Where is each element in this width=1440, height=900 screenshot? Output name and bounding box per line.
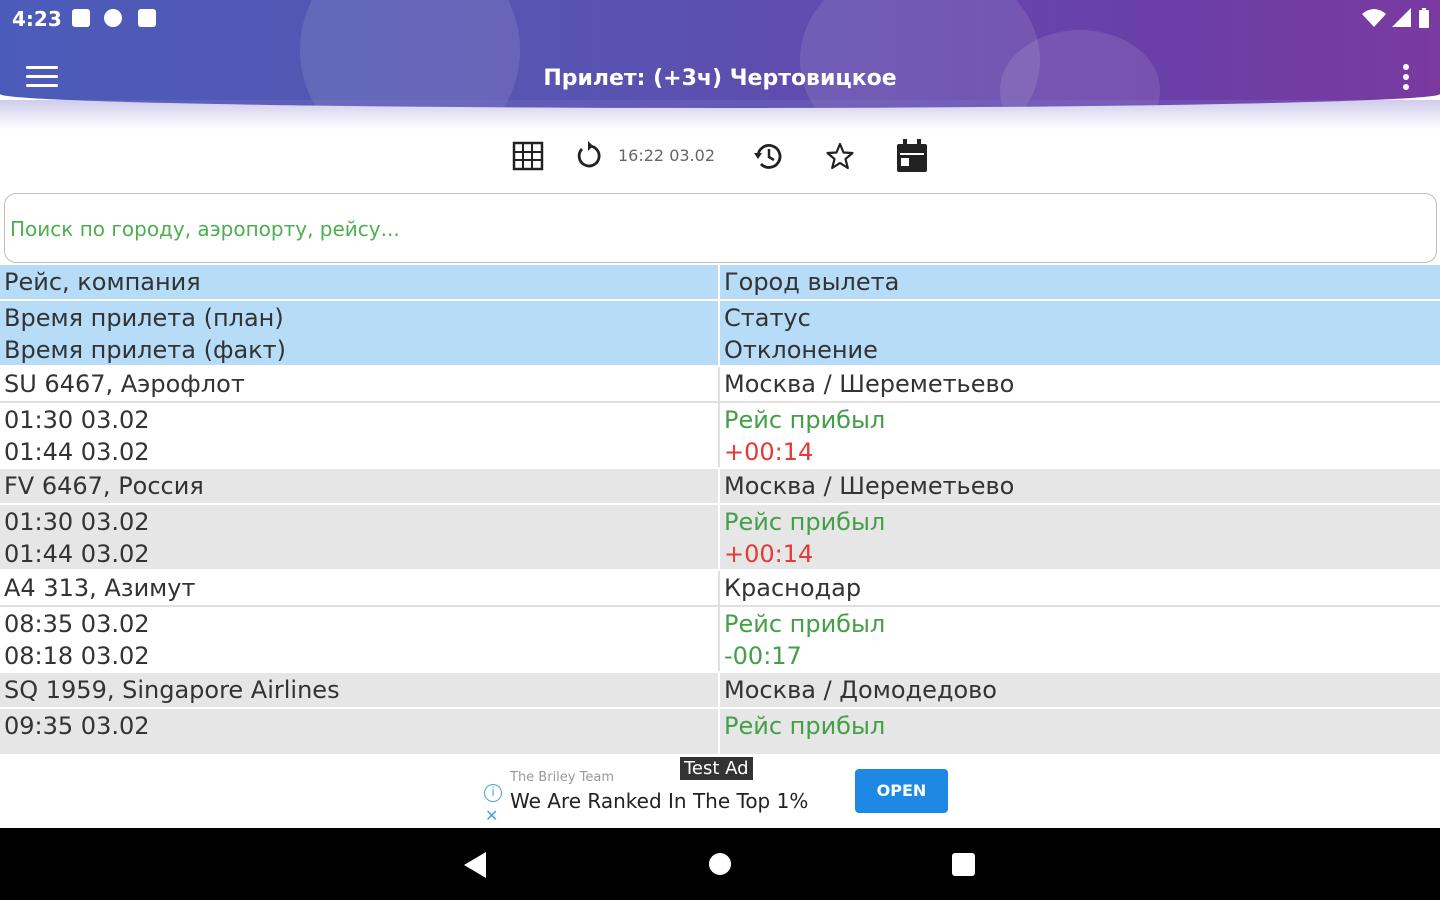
home-icon[interactable] [709,853,731,875]
arrival-plan: 08:35 03.02 [4,610,150,638]
status-icons [1362,8,1430,28]
flight-status: Рейс прибыл [724,610,886,638]
header-arrival-fact: Время прилета (факт) [4,336,287,364]
table-row[interactable]: A4 313, Азимут Краснодар 08:35 03.02 08:… [0,571,1440,671]
ad-open-button[interactable]: OPEN [855,769,948,813]
search-input[interactable] [10,212,1410,246]
arrival-plan: 09:35 03.02 [4,712,150,740]
flight-number: SQ 1959, Singapore Airlines [4,676,340,704]
departure-city: Краснодар [724,574,862,602]
header-arrival-plan: Время прилета (план) [4,304,284,332]
flight-status: Рейс прибыл [724,406,886,434]
table-row[interactable]: FV 6467, Россия Москва / Шереметьево 01:… [0,469,1440,569]
notification-icon [72,9,90,27]
flight-number: A4 313, Азимут [4,574,196,602]
ad-advertiser: The Briley Team [510,770,614,785]
battery-icon [1419,8,1429,28]
header-deviation: Отклонение [724,336,878,364]
recent-apps-icon[interactable] [952,853,975,876]
arrival-fact: 08:18 03.02 [4,642,150,670]
flight-status: Рейс прибыл [724,508,886,536]
calendar-button[interactable] [894,136,930,176]
flight-number: FV 6467, Россия [4,472,204,500]
flight-deviation: +00:14 [724,438,814,466]
ad-info-icon[interactable]: i [484,784,502,802]
ad-headline: We Are Ranked In The Top 1% [510,789,809,813]
flight-status: Рейс прибыл [724,712,886,740]
flight-deviation: -00:17 [724,642,802,670]
signal-icon [1392,8,1411,27]
grid-icon [512,141,544,171]
grid-view-button[interactable] [510,136,546,176]
flight-deviation: +00:14 [724,540,814,568]
header-status: Статус [724,304,811,332]
arrival-plan: 01:30 03.02 [4,508,150,536]
table-row[interactable]: SQ 1959, Singapore Airlines Москва / Дом… [0,673,1440,754]
arrival-fact: 01:44 03.02 [4,540,150,568]
test-ad-badge: Test Ad [679,756,754,781]
refresh-icon [577,141,601,168]
page-title: Прилет: (+3ч) Чертовицкое [543,66,897,91]
calendar-icon [897,139,927,172]
ad-close-icon[interactable]: ✕ [485,806,498,825]
star-icon [826,142,854,170]
departure-city: Москва / Шереметьево [724,472,1015,500]
header-flight: Рейс, компания [4,268,201,296]
sd-card-icon [138,9,156,27]
flights-table: Рейс, компания Город вылета Время прилет… [0,265,1440,754]
flight-number: SU 6467, Аэрофлот [4,370,245,398]
last-update-time: 16:22 03.02 [618,146,715,165]
status-bar: 4:23 [0,0,1440,38]
arrival-plan: 01:30 03.02 [4,406,150,434]
wifi-icon [1362,9,1386,27]
refresh-button[interactable] [571,136,607,176]
departure-city: Москва / Шереметьево [724,370,1015,398]
table-row[interactable]: SU 6467, Аэрофлот Москва / Шереметьево 0… [0,367,1440,467]
notification-icon [104,9,122,27]
status-time: 4:23 [12,7,62,31]
back-icon[interactable] [464,852,486,878]
app-bar: Прилет: (+3ч) Чертовицкое [0,38,1440,118]
table-header: Рейс, компания Город вылета Время прилет… [0,265,1440,365]
favorites-button[interactable] [822,136,858,176]
system-nav-bar [0,828,1440,900]
ad-banner[interactable]: i ✕ The Briley Team We Are Ranked In The… [480,754,960,828]
history-button[interactable] [750,136,786,176]
history-icon [754,144,782,169]
arrival-fact: 01:44 03.02 [4,438,150,466]
more-options-icon[interactable] [1400,64,1412,94]
departure-city: Москва / Домодедово [724,676,997,704]
header-departure-city: Город вылета [724,268,900,296]
search-box [4,193,1437,263]
toolbar: 16:22 03.02 [0,136,1440,180]
